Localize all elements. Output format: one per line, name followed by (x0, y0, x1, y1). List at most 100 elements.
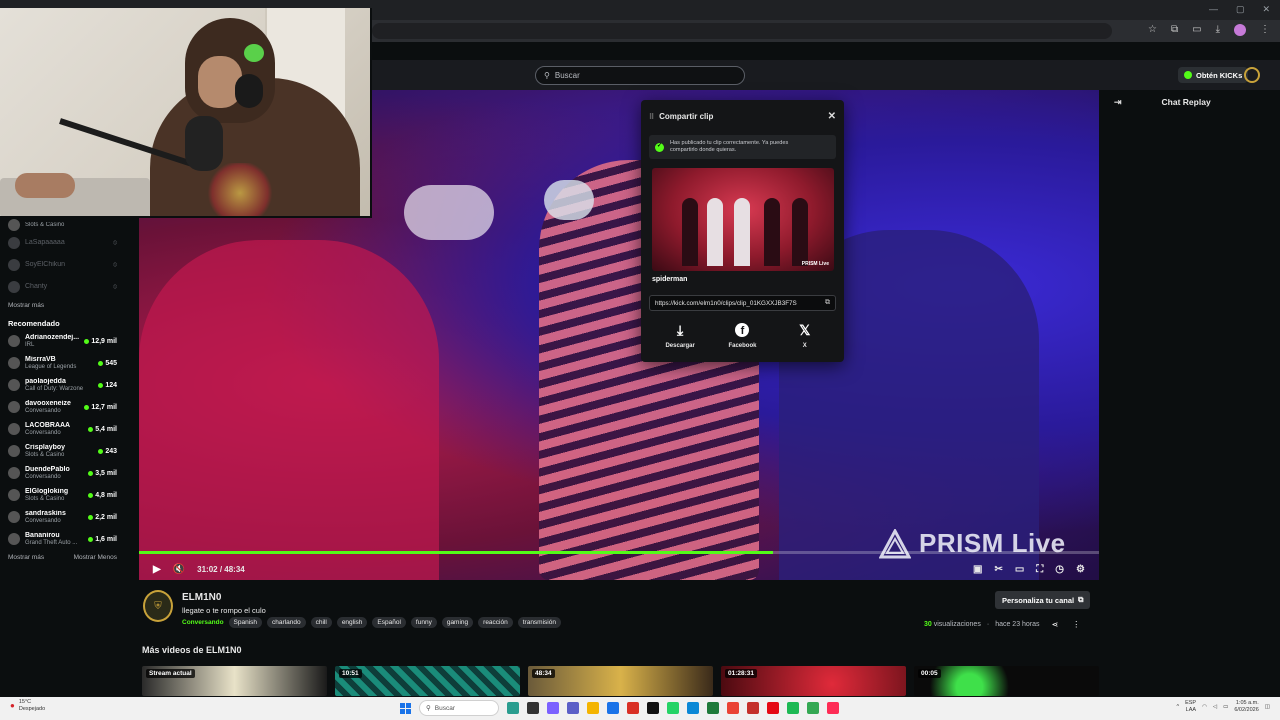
copy-icon[interactable]: ⧉ (825, 299, 830, 307)
clip-icon[interactable]: ✂ (994, 564, 1002, 575)
taskbar-search[interactable]: ⚲ Buscar (419, 700, 499, 716)
explorer-app-icon[interactable] (587, 702, 599, 714)
progress-bar[interactable] (139, 551, 1099, 554)
address-bar[interactable] (372, 23, 1112, 39)
tiktok-app-icon[interactable] (647, 702, 659, 714)
webcam-green-object (244, 44, 264, 62)
store-app-icon[interactable] (607, 702, 619, 714)
channel-avatar[interactable]: ⛨ (143, 590, 173, 622)
close-icon[interactable]: ✕ (828, 111, 836, 122)
maximize-icon[interactable]: ▢ (1236, 4, 1245, 15)
mute-icon[interactable]: 🔇 (173, 564, 185, 575)
show-less-link[interactable]: Mostrar Menos (74, 554, 117, 561)
tag-chip[interactable]: gaming (441, 617, 474, 628)
tag-chip[interactable]: charlando (267, 617, 306, 628)
miniplayer-icon[interactable]: ▣ (973, 564, 982, 575)
search-placeholder: Buscar (554, 71, 580, 80)
fullscreen-icon[interactable]: ⛶ (1036, 564, 1043, 575)
followed-channel[interactable]: SoyElChikun ⦸ (0, 254, 125, 276)
collapse-chat-icon[interactable]: ⇥ (1114, 97, 1122, 108)
followed-channel[interactable]: Chanty ⦸ (0, 276, 125, 298)
search-input[interactable]: ⚲ Buscar (535, 66, 745, 85)
whatsapp-app-icon[interactable] (667, 702, 679, 714)
bookmark-star-icon[interactable]: ☆ (1148, 24, 1157, 36)
more-options-icon[interactable]: ⋮ (1072, 620, 1080, 629)
video-card[interactable]: 00:05 (914, 666, 1099, 696)
show-more-link[interactable]: Mostrar más (8, 554, 44, 561)
wifi-icon[interactable]: ◠ (1202, 704, 1207, 710)
widgets-app-icon[interactable] (507, 702, 519, 714)
copilot-app-icon[interactable] (547, 702, 559, 714)
followed-channel[interactable]: LaSapaaaaa ⦸ (0, 232, 125, 254)
customize-channel-button[interactable]: Personaliza tu canal ⧉ (995, 591, 1091, 609)
channel-name[interactable]: ELM1N0 (182, 592, 221, 603)
drag-handle-icon[interactable]: ⠿ (649, 113, 654, 121)
download-button[interactable]: ⤓ Descargar (655, 322, 705, 350)
recommended-channel[interactable]: Crisplayboy Slots & Casino 243 (0, 440, 125, 462)
tag-chip[interactable]: transmisión (517, 617, 561, 628)
extensions-icon[interactable]: ⧉ (1171, 24, 1178, 36)
excel-app-icon[interactable] (707, 702, 719, 714)
clip-thumbnail[interactable]: PRISM Live (652, 168, 834, 271)
tag-chip[interactable]: Spanish (228, 617, 263, 628)
user-badge-icon[interactable] (1244, 67, 1260, 83)
category-link[interactable]: Conversando (182, 619, 224, 626)
video-card[interactable]: 10:51 (335, 666, 520, 696)
teams-app-icon[interactable] (567, 702, 579, 714)
recommended-channel[interactable]: ElGlogloking Slots & Casino 4,8 mil (0, 484, 125, 506)
video-card[interactable]: Stream actual (142, 666, 327, 696)
language-indicator[interactable]: ESP LAA (1185, 700, 1196, 714)
recommended-channel[interactable]: sandraskins Conversando 2,2 mil (0, 506, 125, 528)
share-icon[interactable]: ⋖ (1052, 620, 1059, 629)
minimize-icon[interactable]: — (1209, 4, 1218, 15)
notifications-icon[interactable]: ◫ (1265, 704, 1270, 710)
chrome-app-icon[interactable] (727, 702, 739, 714)
recommended-channel[interactable]: davooxeneize Conversando 12,7 mil (0, 396, 125, 418)
app-icon[interactable] (807, 702, 819, 714)
edge-app-icon[interactable] (687, 702, 699, 714)
tag-chip[interactable]: reacción (478, 617, 513, 628)
battery-icon[interactable]: ▭ (1223, 704, 1228, 710)
volume-icon[interactable]: ◁ (1213, 704, 1217, 710)
video-meta: 30 visualizaciones · hace 23 horas ⋖ ⋮ (924, 620, 1080, 629)
followed-channel[interactable]: Slots & Casino (0, 218, 125, 232)
spotify-app-icon[interactable] (787, 702, 799, 714)
netflix-app-icon[interactable] (767, 702, 779, 714)
video-card[interactable]: 01:28:31 (721, 666, 906, 696)
speed-icon[interactable]: ◷ (1055, 564, 1064, 575)
task-view-icon[interactable] (527, 702, 539, 714)
play-icon[interactable]: ▶ (153, 564, 161, 575)
recommended-channel[interactable]: Bananirou Grand Theft Auto ... 1,6 mil (0, 528, 125, 550)
get-kicks-button[interactable]: Obtén KICKs (1178, 67, 1249, 83)
facebook-button[interactable]: f Facebook (717, 322, 767, 349)
tray-chevron-icon[interactable]: ^ (1176, 704, 1179, 710)
windows-start-icon[interactable] (400, 702, 411, 714)
tiktok-live-app-icon[interactable] (827, 702, 839, 714)
app-icon[interactable] (747, 702, 759, 714)
clock[interactable]: 1:05 a.m. 6/02/2026 (1234, 700, 1258, 714)
downloads-icon[interactable]: ⤓ (1216, 24, 1220, 36)
youtube-app-icon[interactable] (627, 702, 639, 714)
clip-url-field[interactable]: https://kick.com/elm1n0/clips/clip_01KGX… (649, 295, 836, 311)
tag-chip[interactable]: funny (410, 617, 437, 628)
recommended-channel[interactable]: Adrianozendej... IRL 12,9 mil (0, 330, 125, 352)
recommended-channel[interactable]: paolaojedda Call of Duty: Warzone 124 (0, 374, 125, 396)
recommended-channel[interactable]: DuendePablo Conversando 3,5 mil (0, 462, 125, 484)
close-window-icon[interactable]: ✕ (1262, 4, 1270, 15)
theater-icon[interactable]: ▭ (1015, 564, 1024, 575)
channel-name: Adrianozendej... (25, 333, 80, 341)
recommended-channel[interactable]: MisrraVB League of Legends 545 (0, 352, 125, 374)
tag-chip[interactable]: Español (372, 617, 406, 628)
tag-chip[interactable]: english (336, 617, 368, 628)
settings-icon[interactable]: ⚙ (1076, 564, 1085, 575)
recommended-channel[interactable]: LACOBRAAA Conversando 5,4 mil (0, 418, 125, 440)
weather-widget[interactable]: ● 15°C Despejado (10, 699, 45, 713)
tag-chip[interactable]: chill (310, 617, 332, 628)
browser-menu-icon[interactable]: ⋮ (1260, 24, 1270, 36)
viewer-count-value: 5,4 mil (95, 425, 117, 433)
profile-avatar[interactable] (1234, 24, 1246, 36)
x-button[interactable]: 𝕏 X (780, 322, 830, 350)
show-more-link[interactable]: Mostrar más (0, 298, 125, 313)
video-card[interactable]: 48:34 (528, 666, 713, 696)
sidepanel-icon[interactable]: ▭ (1192, 24, 1201, 36)
